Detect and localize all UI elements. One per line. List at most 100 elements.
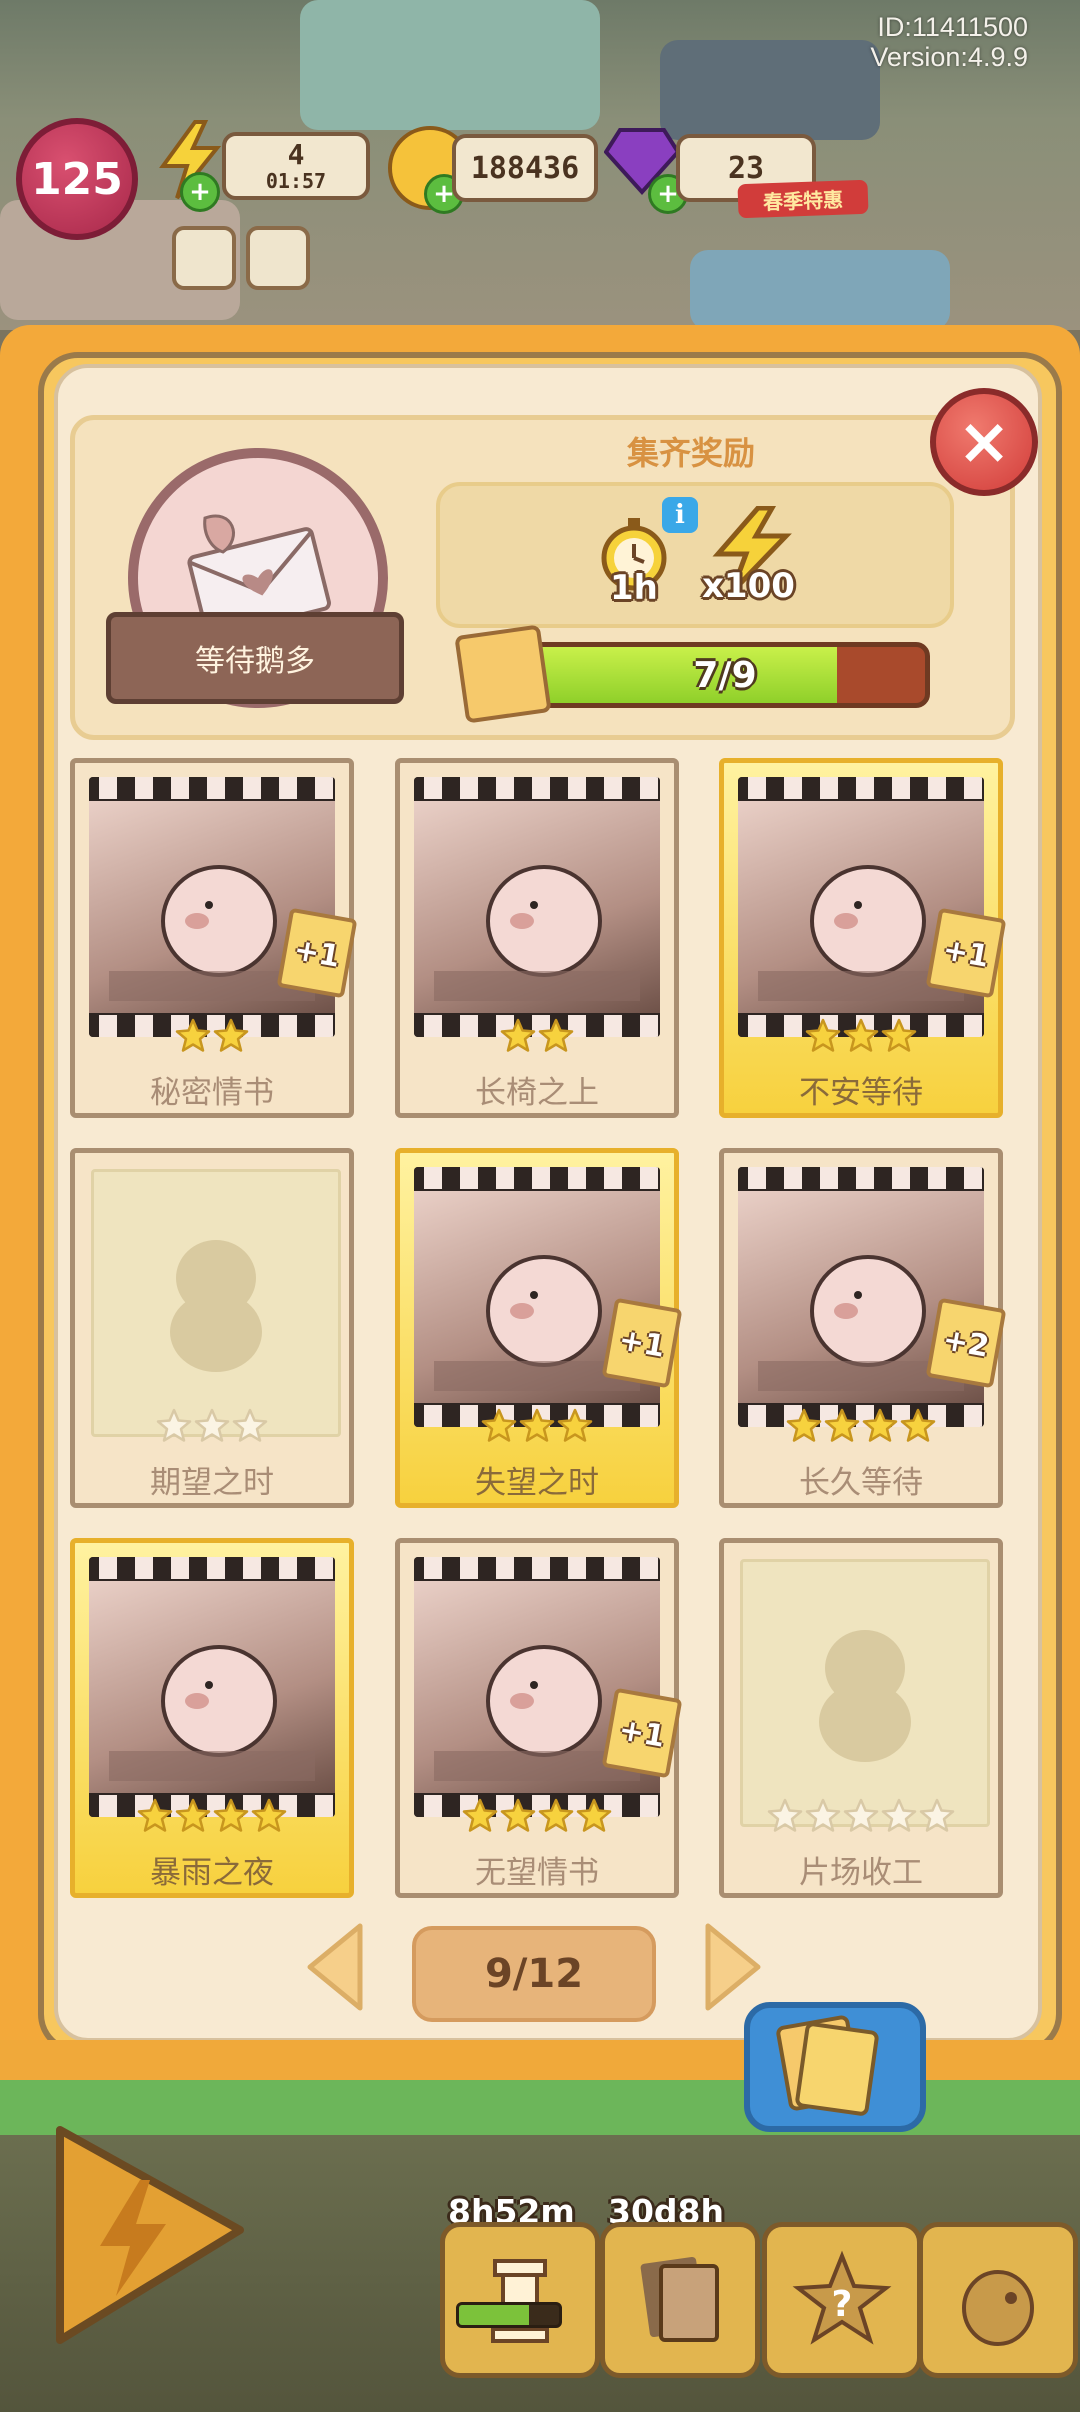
album-card[interactable]: +1 失望之时 <box>395 1148 683 1508</box>
help-button[interactable]: ? <box>762 2222 922 2378</box>
star-filled-icon <box>900 1408 936 1442</box>
star-filled-icon <box>862 1408 898 1442</box>
page-indicator: 9/12 <box>412 1926 656 2022</box>
star-empty-icon <box>156 1408 192 1442</box>
album-card[interactable]: +1 秘密情书 <box>70 758 358 1118</box>
film-holes <box>414 777 660 799</box>
card-title: 片场收工 <box>799 1855 923 1891</box>
season-sale-tag[interactable]: 春季特惠 <box>737 179 869 219</box>
card-stars <box>724 1407 998 1449</box>
duplicate-count-badge: +2 <box>925 1297 1007 1389</box>
reward-title: 集齐奖励 <box>626 434 755 472</box>
star-filled-icon <box>462 1798 498 1832</box>
energy-boost-button[interactable] <box>20 2120 250 2350</box>
user-id: ID:11411500 <box>877 12 1028 42</box>
card-illustration <box>89 1581 335 1793</box>
film-holes <box>738 777 984 799</box>
card-title: 期望之时 <box>150 1465 274 1501</box>
card-title: 长久等待 <box>799 1465 923 1501</box>
album-progress-text: 7/9 <box>693 654 757 696</box>
next-page-button[interactable] <box>698 1922 768 2012</box>
reward-energy-amount: x100 <box>702 566 795 606</box>
card-stack-icon <box>454 624 552 724</box>
close-button[interactable]: × <box>930 388 1038 496</box>
player-level-badge[interactable]: 125 <box>16 118 138 240</box>
card-film-frame <box>414 1557 660 1817</box>
star-filled-icon <box>251 1798 287 1832</box>
card-pack-button[interactable] <box>744 2002 926 2132</box>
card-title: 失望之时 <box>475 1465 599 1501</box>
missing-card-slot <box>740 1559 990 1827</box>
star-empty-icon <box>843 1798 879 1832</box>
lightning-button-icon <box>56 2126 244 2344</box>
star-empty-icon <box>194 1408 230 1442</box>
star-empty-icon <box>767 1798 803 1832</box>
card-title: 无望情书 <box>475 1855 599 1891</box>
album-card[interactable]: +1 无望情书 <box>395 1538 683 1898</box>
friends-button[interactable] <box>918 2222 1078 2378</box>
settings-gear-icon[interactable] <box>172 226 236 290</box>
arrow-left-icon <box>307 1923 363 2011</box>
star-filled-icon <box>881 1018 917 1052</box>
building-shop <box>300 0 600 130</box>
pillar-icon <box>491 2259 549 2343</box>
album-card[interactable]: +1 不安等待 <box>719 758 1007 1118</box>
star-filled-icon <box>538 1018 574 1052</box>
prev-page-button[interactable] <box>300 1922 370 2012</box>
energy-value: 4 <box>287 137 305 171</box>
duplicate-count-badge: +1 <box>925 907 1007 999</box>
card-film-frame <box>89 777 335 1037</box>
add-energy-icon[interactable]: + <box>180 172 220 212</box>
mail-icon[interactable] <box>246 226 310 290</box>
star-filled-icon <box>213 1018 249 1052</box>
album-shortcut-button[interactable] <box>600 2222 760 2378</box>
album-card[interactable]: +2 长久等待 <box>719 1148 1007 1508</box>
character-icon <box>962 2270 1034 2346</box>
photo-cards-icon <box>640 2256 719 2342</box>
album-card[interactable]: 片场收工 <box>719 1538 1003 1898</box>
album-card[interactable]: 长椅之上 <box>395 758 679 1118</box>
star-filled-icon <box>519 1408 555 1442</box>
album-card[interactable]: 期望之时 <box>70 1148 354 1508</box>
film-holes <box>89 777 335 799</box>
star-filled-icon <box>824 1408 860 1442</box>
star-empty-icon <box>232 1408 268 1442</box>
card-stars <box>724 1797 998 1839</box>
energy-timer: 01:57 <box>265 169 327 194</box>
star-filled-icon <box>481 1408 517 1442</box>
film-holes <box>414 1557 660 1579</box>
pillar-progress-bar <box>456 2302 562 2328</box>
card-film-frame <box>738 777 984 1037</box>
version-label: Version:4.9.9 <box>870 42 1028 72</box>
star-filled-icon <box>538 1798 574 1832</box>
star-filled-icon <box>213 1798 249 1832</box>
duplicate-count-badge: +1 <box>601 1687 683 1779</box>
star-filled-icon <box>786 1408 822 1442</box>
card-title: 长椅之上 <box>475 1075 599 1111</box>
duck-silhouette-icon <box>819 1630 911 1762</box>
film-holes <box>414 1167 660 1189</box>
card-stars <box>400 1407 674 1449</box>
star-filled-icon <box>137 1798 173 1832</box>
album-name: 等待鹅多 <box>106 612 404 704</box>
album-card[interactable]: 暴雨之夜 <box>70 1538 354 1898</box>
card-title: 暴雨之夜 <box>150 1855 274 1891</box>
close-icon: × <box>957 405 1011 479</box>
missing-card-slot <box>91 1169 341 1437</box>
film-holes <box>738 1167 984 1189</box>
duplicate-count-badge: +1 <box>601 1297 683 1389</box>
album-progress-bar: 7/9 <box>520 642 930 708</box>
card-stars <box>724 1017 998 1059</box>
pillar-shop-button[interactable] <box>440 2222 600 2378</box>
star-filled-icon <box>576 1798 612 1832</box>
card-film-frame <box>414 1167 660 1427</box>
star-empty-icon <box>881 1798 917 1832</box>
star-filled-icon <box>843 1018 879 1052</box>
card-film-frame <box>89 1557 335 1817</box>
building-right <box>690 250 950 330</box>
star-filled-icon <box>557 1408 593 1442</box>
building-store <box>660 40 880 140</box>
duplicate-count-badge: +1 <box>276 907 358 999</box>
coin-counter: 188436 <box>452 134 598 202</box>
svg-text:?: ? <box>832 2284 853 2325</box>
